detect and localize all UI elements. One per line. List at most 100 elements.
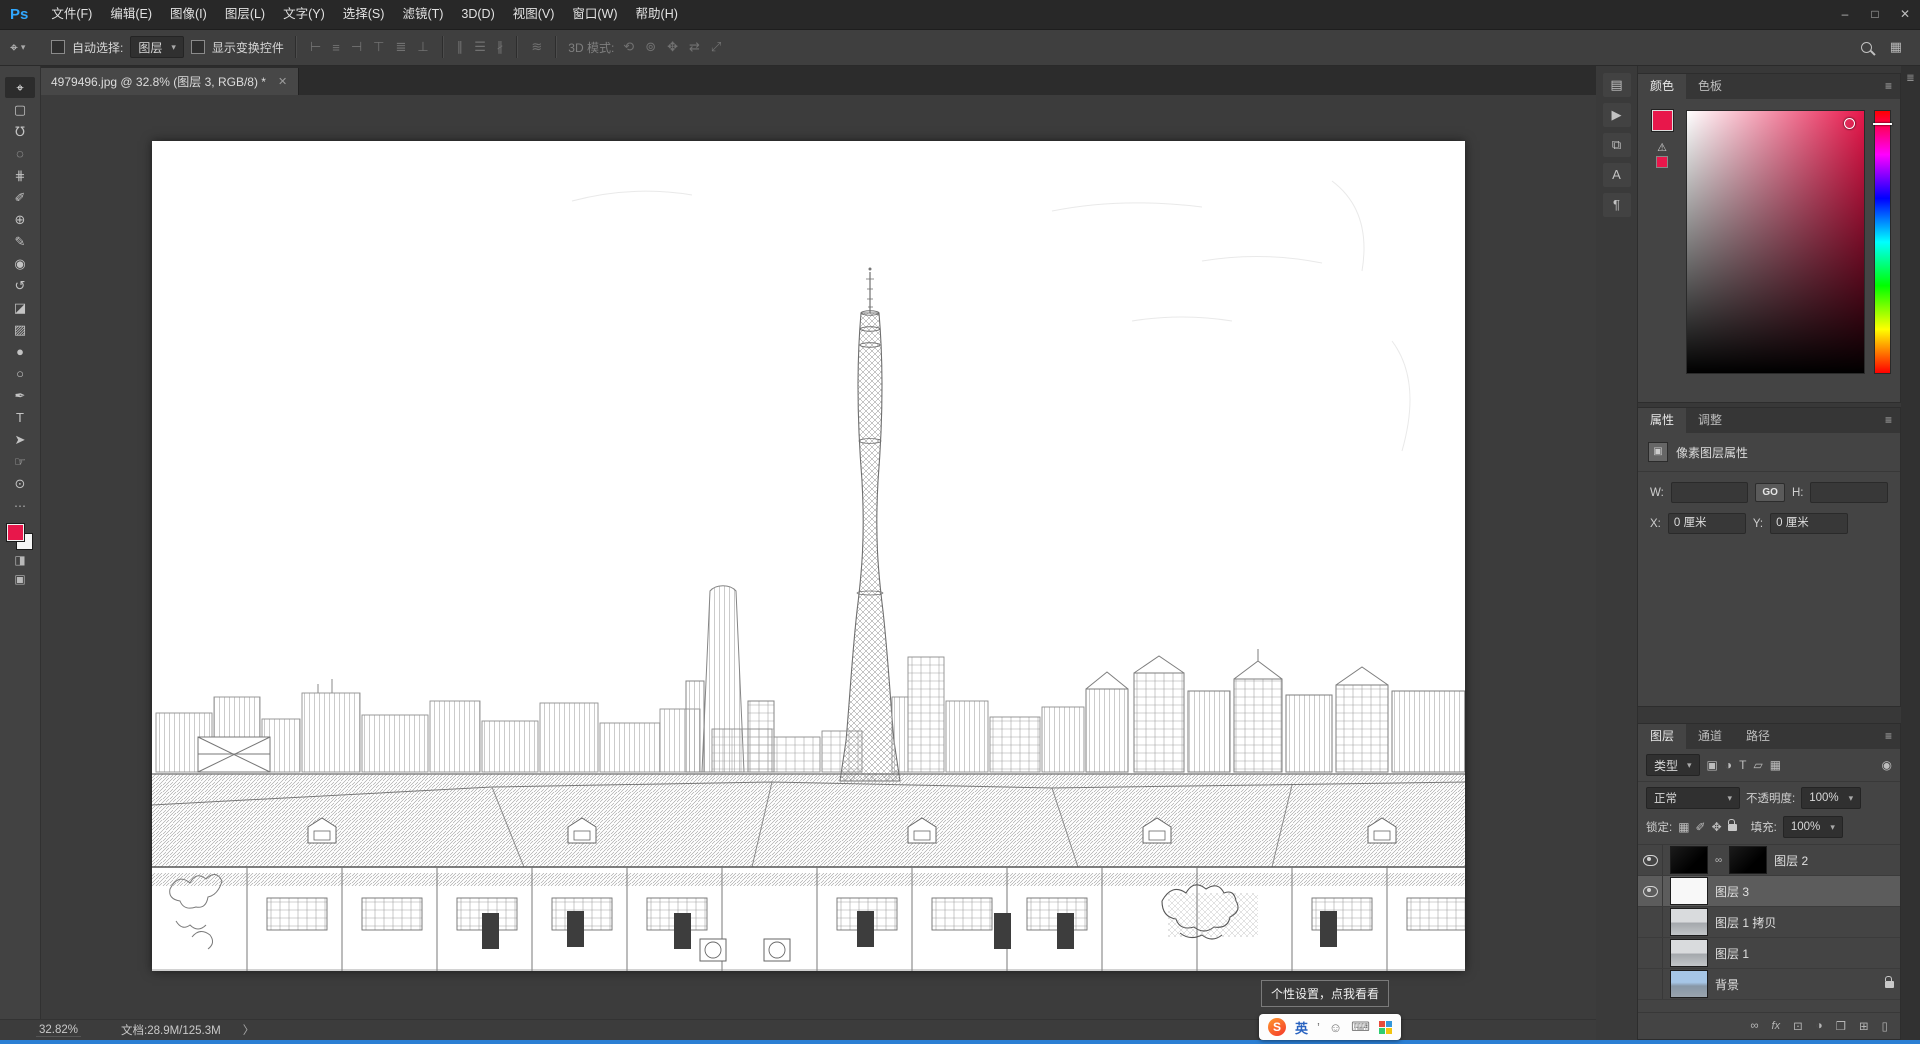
eraser-tool[interactable]: ◪ [5, 297, 35, 318]
layer-thumbnail[interactable] [1670, 939, 1708, 967]
foreground-background-colors[interactable] [7, 524, 33, 550]
status-options-chevron-icon[interactable]: 〉 [243, 1022, 255, 1038]
filter-smart-objects-icon[interactable]: ▦ [1770, 758, 1781, 772]
filter-toggle-icon[interactable]: ◉ [1882, 758, 1892, 772]
layer-name[interactable]: 图层 2 [1774, 852, 1808, 869]
document-canvas[interactable] [152, 141, 1465, 971]
hue-slider[interactable] [1874, 110, 1891, 374]
close-button[interactable]: ✕ [1890, 0, 1920, 29]
auto-align-icon[interactable]: ≋ [529, 39, 544, 55]
tab-swatches[interactable]: 色板 [1686, 74, 1734, 99]
path-selection-tool[interactable]: ➤ [5, 429, 35, 450]
3d-drag-icon[interactable]: ✥ [665, 39, 680, 55]
layer-name[interactable]: 图层 1 拷贝 [1715, 914, 1776, 931]
document-tab[interactable]: 4979496.jpg @ 32.8% (图层 3, RGB/8) * ✕ [40, 68, 299, 95]
saturation-brightness-field[interactable] [1686, 110, 1865, 374]
tab-properties[interactable]: 属性 [1638, 408, 1686, 433]
ime-emoji-icon[interactable]: ☺ [1329, 1020, 1342, 1035]
ime-language-toggle[interactable]: 英 [1295, 1018, 1308, 1037]
tab-layers[interactable]: 图层 [1638, 724, 1686, 749]
rectangular-marquee-tool[interactable]: ▢ [5, 99, 35, 120]
windows-taskbar-edge[interactable] [0, 1040, 1920, 1044]
blend-mode-dropdown[interactable]: 正常 ▾ [1646, 787, 1740, 809]
fill-dropdown[interactable]: 100% ▾ [1783, 816, 1843, 838]
hue-slider-handle[interactable] [1873, 123, 1892, 125]
tab-adjustments[interactable]: 调整 [1686, 408, 1734, 433]
brush-tool[interactable]: ✎ [5, 231, 35, 252]
close-document-icon[interactable]: ✕ [278, 75, 287, 88]
align-middle-icon[interactable]: ≣ [393, 39, 408, 55]
color-cursor-icon[interactable] [1844, 118, 1855, 129]
3d-rotate-icon[interactable]: ⟲ [621, 39, 636, 55]
width-input[interactable] [1671, 482, 1749, 503]
filter-type-layers-icon[interactable]: T [1739, 758, 1746, 772]
layer-thumbnail[interactable] [1670, 846, 1708, 874]
panel-menu-icon[interactable]: ≡ [1877, 408, 1900, 433]
visibility-toggle[interactable] [1638, 876, 1663, 906]
zoom-tool[interactable]: ⊙ [5, 473, 35, 494]
filter-adjustment-layers-icon[interactable]: ◑ [1725, 758, 1732, 772]
menu-item-edit[interactable]: 编辑(E) [101, 0, 161, 29]
history-brush-tool[interactable]: ↺ [5, 275, 35, 296]
menu-item-select[interactable]: 选择(S) [334, 0, 394, 29]
3d-scale-icon[interactable]: ⤢ [709, 39, 723, 55]
minimize-button[interactable]: – [1830, 0, 1860, 29]
visibility-toggle[interactable] [1638, 969, 1663, 999]
lasso-tool[interactable]: ℧ [5, 121, 35, 142]
screen-mode-icon[interactable]: ▣ [7, 570, 33, 588]
visibility-toggle[interactable] [1638, 907, 1663, 937]
menu-item-filter[interactable]: 滤镜(T) [393, 0, 452, 29]
quick-selection-tool[interactable]: ◌ [5, 143, 35, 164]
layer-name[interactable]: 背景 [1715, 976, 1739, 993]
delete-layer-icon[interactable]: ▯ [1882, 1019, 1888, 1033]
paragraph-panel-icon[interactable]: ¶ [1603, 193, 1631, 217]
distribute-even-icon[interactable]: ∦ [495, 39, 506, 55]
quick-mask-icon[interactable]: ◨ [7, 551, 33, 569]
tab-channels[interactable]: 通道 [1686, 724, 1734, 749]
clone-source-panel-icon[interactable]: ⧉ [1603, 133, 1631, 157]
layer-thumbnail[interactable] [1670, 877, 1708, 905]
ime-toolbox-icon[interactable] [1379, 1021, 1392, 1034]
link-layers-icon[interactable]: ∞ [1750, 1020, 1758, 1032]
menu-item-image[interactable]: 图像(I) [161, 0, 216, 29]
tab-color[interactable]: 颜色 [1638, 74, 1686, 99]
new-layer-icon[interactable]: ⊞ [1859, 1019, 1869, 1033]
lock-all-icon[interactable] [1728, 824, 1737, 831]
lock-transparency-icon[interactable]: ▦ [1678, 820, 1689, 834]
gamut-warning[interactable]: ⚠ [1656, 141, 1668, 168]
visibility-toggle[interactable] [1638, 938, 1663, 968]
lock-pixels-icon[interactable]: ✐ [1696, 820, 1706, 834]
pen-tool[interactable]: ✒ [5, 385, 35, 406]
menu-item-file[interactable]: 文件(F) [42, 0, 101, 29]
tab-paths[interactable]: 路径 [1734, 724, 1782, 749]
layer-style-icon[interactable]: fx [1772, 1020, 1781, 1032]
search-icon[interactable] [1861, 42, 1872, 53]
align-center-icon[interactable]: ≡ [330, 40, 342, 55]
align-left-icon[interactable]: ⊢ [308, 39, 323, 55]
3d-slide-icon[interactable]: ⇄ [687, 39, 702, 55]
height-input[interactable] [1810, 482, 1888, 503]
sogou-ime-bar[interactable]: S 英 ’ ☺ ⌨ [1259, 1014, 1401, 1040]
3d-roll-icon[interactable]: ⊚ [643, 39, 658, 55]
current-tool-icon[interactable]: ⌖ ▾ [10, 39, 44, 56]
layer-row-layer2[interactable]: ∞ 图层 2 [1638, 845, 1900, 876]
ime-punctuation-icon[interactable]: ’ [1317, 1020, 1320, 1035]
lock-position-icon[interactable]: ✥ [1712, 820, 1722, 834]
move-tool[interactable]: ⌖ [5, 77, 35, 98]
adjustment-layer-icon[interactable]: ◑ [1816, 1020, 1823, 1032]
zoom-level-field[interactable]: 32.82% [36, 1024, 81, 1037]
type-tool[interactable]: T [5, 407, 35, 428]
layer-row-layer3-selected[interactable]: 图层 3 [1638, 876, 1900, 907]
align-top-icon[interactable]: ⊤ [371, 39, 386, 55]
auto-select-dropdown[interactable]: 图层 ▾ [130, 36, 184, 58]
dodge-tool[interactable]: ○ [5, 363, 35, 384]
panel-menu-icon[interactable]: ≡ [1877, 724, 1900, 749]
layer-row-layer1[interactable]: 图层 1 [1638, 938, 1900, 969]
spot-healing-brush-tool[interactable]: ⊕ [5, 209, 35, 230]
brushes-panel-icon[interactable]: ▤ [1603, 73, 1631, 97]
layer-thumbnail[interactable] [1670, 970, 1708, 998]
link-dimensions-button[interactable]: GO [1755, 483, 1785, 502]
collapse-panels-icon[interactable]: ≣ [1906, 73, 1914, 84]
ime-keyboard-icon[interactable]: ⌨ [1351, 1019, 1370, 1035]
actions-panel-icon[interactable]: ▶ [1603, 103, 1631, 127]
